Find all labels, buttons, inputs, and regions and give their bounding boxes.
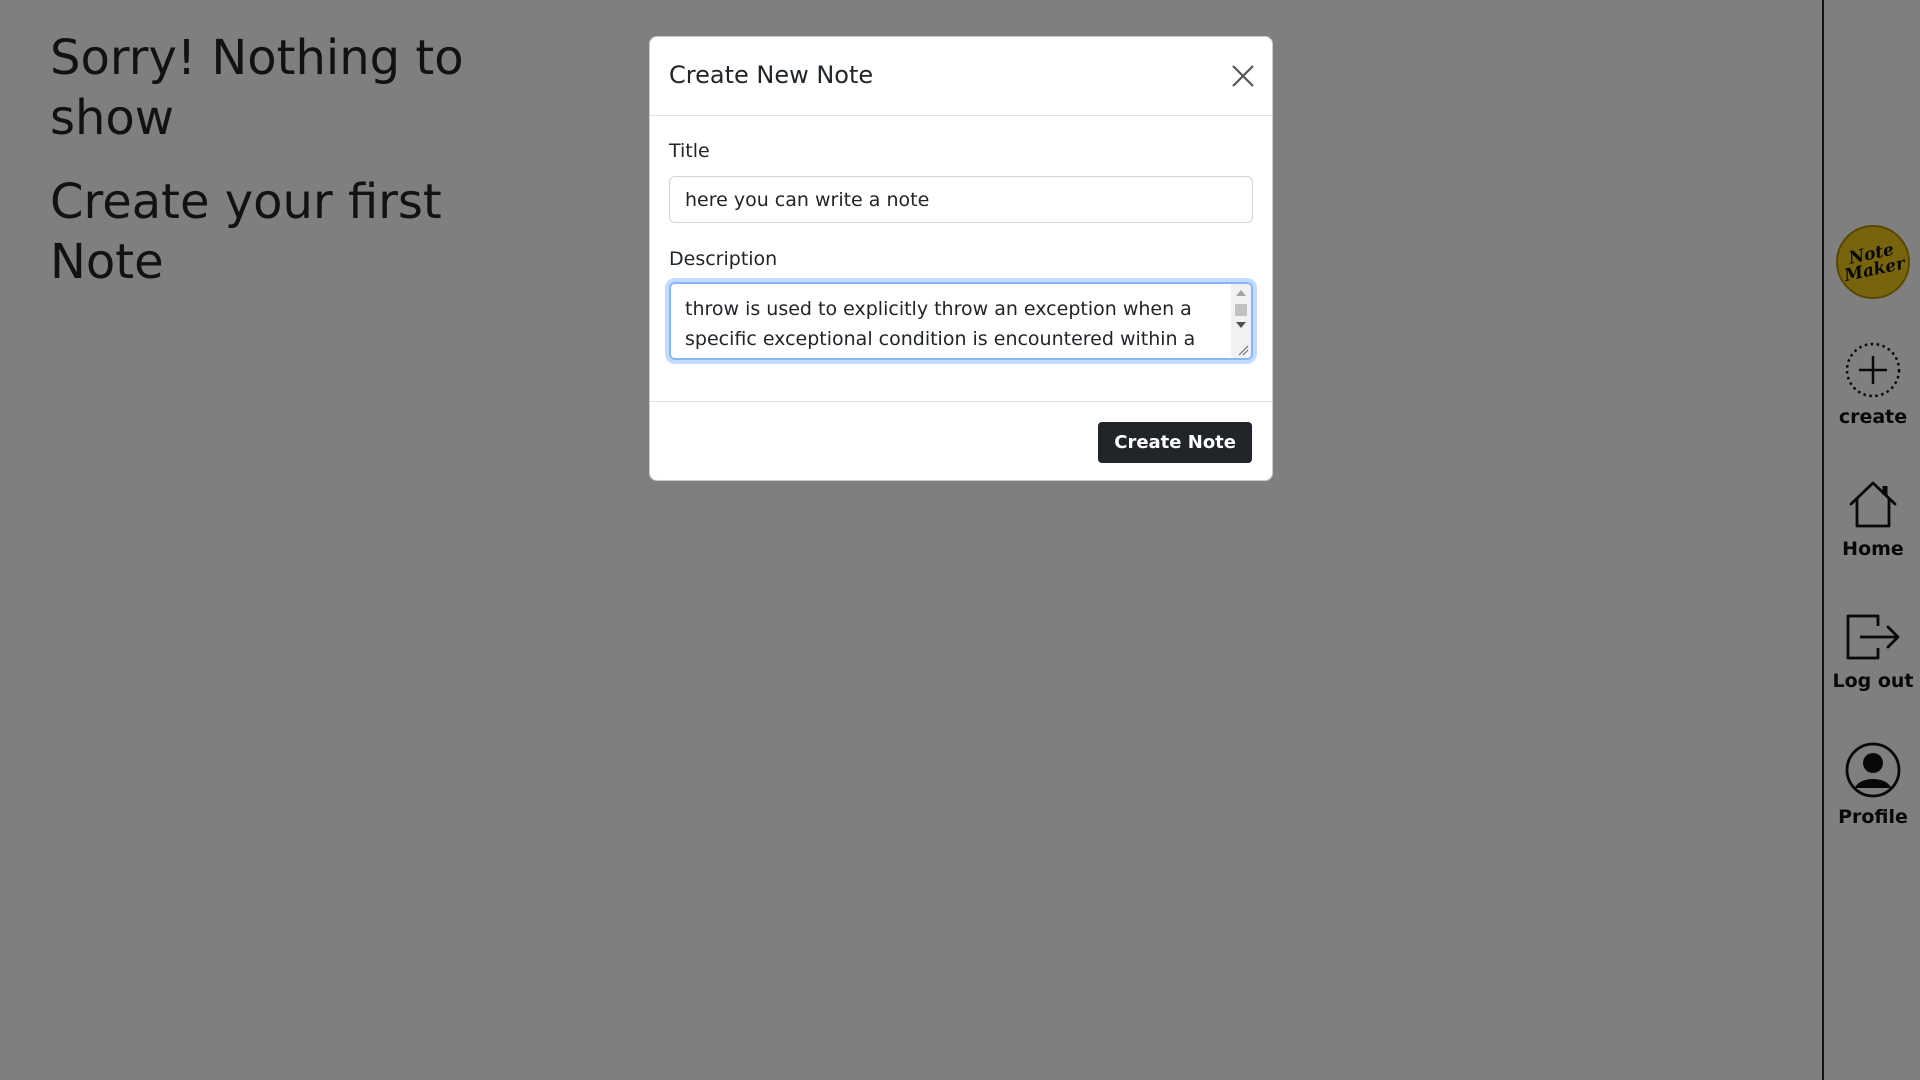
create-note-button[interactable]: Create Note: [1098, 422, 1252, 463]
description-label: Description: [669, 248, 778, 270]
modal-header: Create New Note: [650, 37, 1272, 116]
notes-page: Sorry! Nothing to show Create your first…: [0, 0, 1920, 1080]
modal-footer: Create Note: [650, 401, 1272, 481]
resize-grip-icon[interactable]: [1237, 344, 1249, 356]
description-text: throw is used to explicitly throw an exc…: [685, 298, 1196, 350]
scroll-up-arrow-icon[interactable]: [1236, 290, 1246, 296]
title-label: Title: [669, 140, 710, 162]
scroll-thumb[interactable]: [1235, 304, 1247, 316]
description-textarea[interactable]: throw is used to explicitly throw an exc…: [669, 282, 1253, 360]
modal-title: Create New Note: [669, 61, 874, 89]
title-input[interactable]: [669, 176, 1253, 223]
close-icon[interactable]: [1230, 63, 1256, 89]
scroll-down-arrow-icon[interactable]: [1236, 322, 1246, 328]
create-note-modal: Create New Note Title Description throw …: [649, 36, 1273, 481]
